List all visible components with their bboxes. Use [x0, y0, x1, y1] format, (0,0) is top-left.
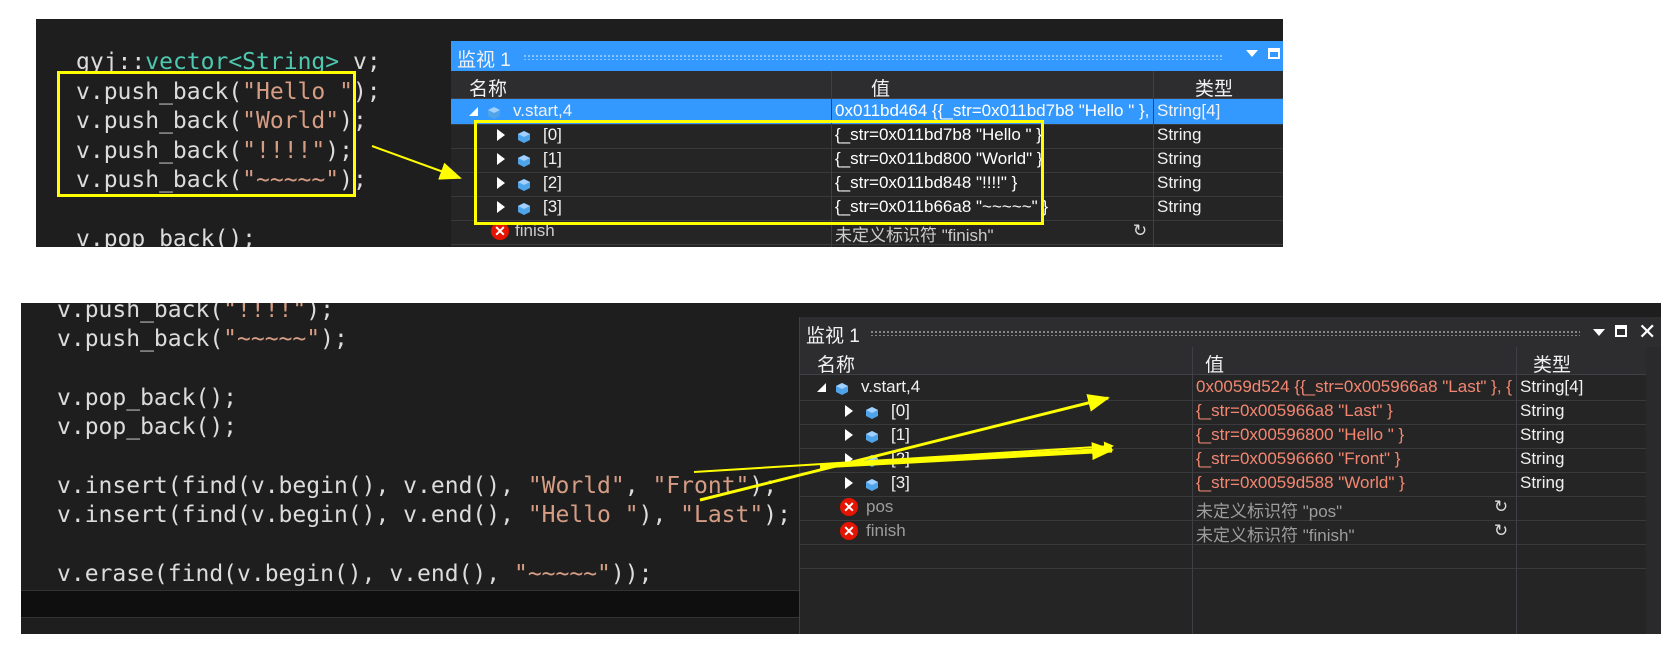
annotation-arrows [371, 145, 1114, 502]
arrow-top [371, 145, 462, 180]
arrow-last [699, 394, 1110, 502]
